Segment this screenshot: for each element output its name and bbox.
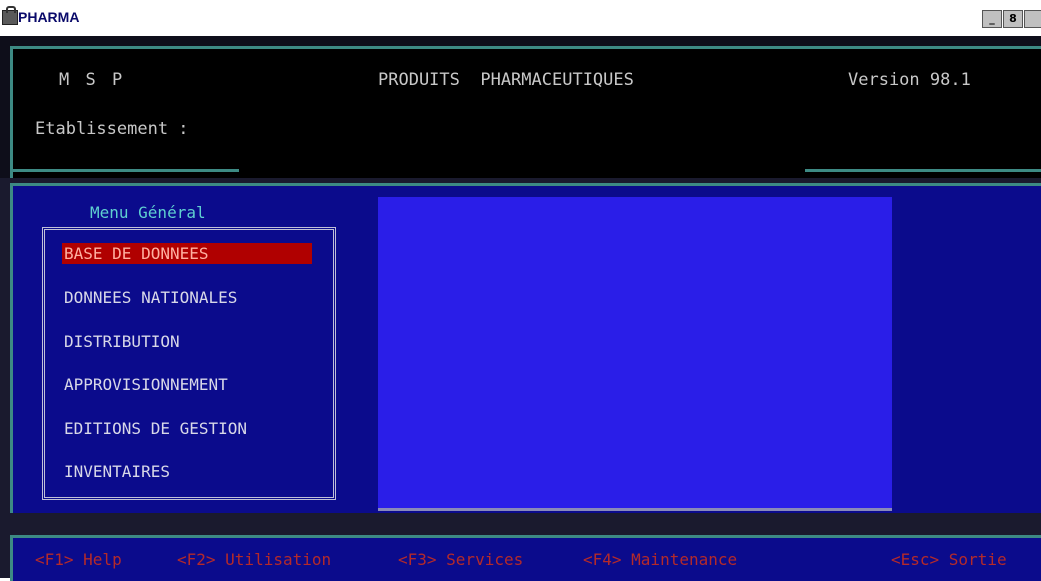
pharma-window: PHARMA _ 8 M S P PRODUITS PHARMACEUTIQUE… xyxy=(0,0,1041,581)
menu-item-inventaires[interactable]: INVENTAIRES xyxy=(62,461,172,482)
org-label: M S P xyxy=(59,70,126,90)
separator-bottom xyxy=(0,513,1041,535)
fkey-help[interactable]: <F1> Help xyxy=(35,550,122,569)
menu-item-approvisionnement[interactable]: APPROVISIONNEMENT xyxy=(62,374,230,395)
etablissement-label: Etablissement : xyxy=(35,119,189,139)
minimize-button[interactable]: _ xyxy=(982,10,1002,28)
fkey-services[interactable]: <F3> Services xyxy=(398,550,523,569)
fkey-esc-sortie[interactable]: <Esc> Sortie xyxy=(891,550,1007,569)
window-title: PHARMA xyxy=(18,9,80,25)
menu-item-base-de-donnees[interactable]: BASE DE DONNEES xyxy=(62,243,312,264)
close-button[interactable] xyxy=(1024,10,1041,28)
menu-item-donnees-nationales[interactable]: DONNEES NATIONALES xyxy=(62,287,239,308)
fkey-utilisation[interactable]: <F2> Utilisation xyxy=(177,550,331,569)
function-key-bar: <F1> Help <F2> Utilisation <F3> Services… xyxy=(10,535,1041,581)
menu-title: Menu Général xyxy=(90,203,206,222)
content-panel xyxy=(378,197,892,511)
app-icon xyxy=(2,6,18,25)
menu-item-editions-de-gestion[interactable]: EDITIONS DE GESTION xyxy=(62,418,249,439)
version-label: Version 98.1 xyxy=(848,70,971,90)
menu-item-distribution[interactable]: DISTRIBUTION xyxy=(62,331,182,352)
product-title: PRODUITS PHARMACEUTIQUES xyxy=(378,70,634,90)
menu-box xyxy=(42,227,336,500)
content-panel-shadow xyxy=(378,508,892,511)
title-bar: PHARMA _ 8 xyxy=(0,0,1041,36)
header-divider-right xyxy=(805,169,1041,172)
header-divider-left xyxy=(13,169,239,172)
restore-button[interactable]: 8 xyxy=(1003,10,1023,28)
header-panel: M S P PRODUITS PHARMACEUTIQUES Version 9… xyxy=(10,46,1041,187)
fkey-maintenance[interactable]: <F4> Maintenance xyxy=(583,550,737,569)
